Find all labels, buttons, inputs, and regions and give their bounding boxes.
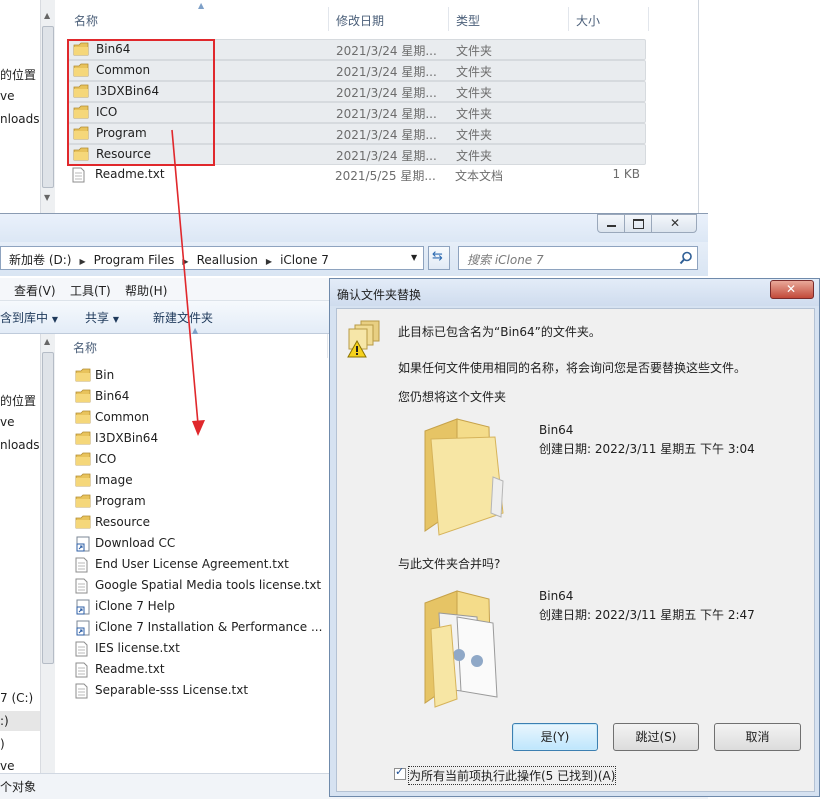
source-folder-name: Bin64 [539,589,574,603]
large-folder-icon [424,418,504,536]
target-folder-created: 创建日期: 2022/3/11 星期五 下午 3:04 [539,442,755,456]
dialog-close-button[interactable]: ✕ [770,280,814,299]
folder-warning-icon [347,320,380,358]
yes-button[interactable]: 是(Y) [512,723,598,751]
dialog-heading: 此目标已包含名为“Bin64”的文件夹。 [398,325,601,339]
confirm-folder-replace-dialog: 确认文件夹替换 ✕ 此目标已包含名为“Bin64”的文件夹。 如果任何文件使用相… [329,278,820,797]
checkmark-icon: ✓ [395,765,405,778]
target-folder-name: Bin64 [539,423,574,437]
dialog-body: 此目标已包含名为“Bin64”的文件夹。 如果任何文件使用相同的名称，将会询问您… [336,308,815,792]
target-folder-preview[interactable] [417,417,527,537]
large-folder-with-files-icon [424,590,498,708]
skip-button[interactable]: 跳过(S) [613,723,699,751]
apply-all-label[interactable]: 为所有当前项执行此操作(5 已找到)(A) [407,766,617,785]
dialog-titlebar[interactable]: 确认文件夹替换 ✕ [330,279,819,306]
source-folder-preview[interactable] [417,589,527,709]
cancel-button[interactable]: 取消 [714,723,801,751]
dialog-explanation: 如果任何文件使用相同的名称，将会询问您是否要替换这些文件。 [398,361,747,375]
apply-all-checkbox[interactable]: ✓ [394,765,406,780]
merge-question: 与此文件夹合并吗? [398,557,501,571]
close-icon: ✕ [786,282,797,296]
dialog-question: 您仍想将这个文件夹 [398,390,507,404]
dialog-title: 确认文件夹替换 [337,288,422,302]
source-folder-created: 创建日期: 2022/3/11 星期五 下午 2:47 [539,608,755,622]
